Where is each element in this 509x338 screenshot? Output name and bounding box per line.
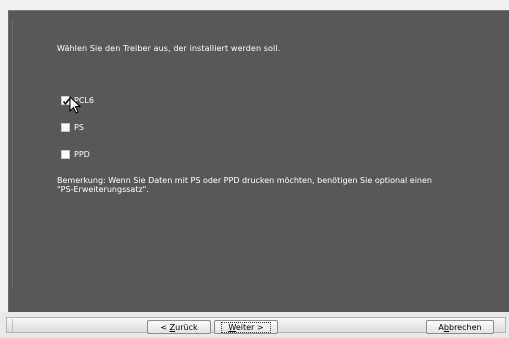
back-button[interactable]: < Zurück <box>147 320 211 334</box>
option-ps[interactable]: PS <box>61 121 84 133</box>
next-mnemonic: W <box>228 322 236 332</box>
ps-checkbox[interactable] <box>61 122 70 132</box>
option-ppd[interactable]: PPD <box>61 148 90 160</box>
note-line-2: "PS-Erweiterungssatz". <box>57 185 149 194</box>
panel-divider <box>12 20 13 288</box>
next-button[interactable]: Weiter > <box>214 320 278 334</box>
back-button-label: < Zurück <box>160 323 197 332</box>
next-button-label: Weiter > <box>221 321 271 333</box>
ppd-checkbox[interactable] <box>61 149 70 159</box>
footer-divider <box>12 319 13 331</box>
cancel-button[interactable]: Abbrechen <box>426 320 494 334</box>
note-text: Bemerkung: Wenn Sie Daten mit PS oder PP… <box>57 176 487 194</box>
next-rest: eiter > <box>235 322 264 332</box>
cancel-rest: brechen <box>448 322 482 332</box>
back-rest: urück <box>175 322 198 332</box>
note-line-1: Bemerkung: Wenn Sie Daten mit PS oder PP… <box>57 176 432 185</box>
content-panel <box>8 10 509 313</box>
mouse-pointer-icon <box>69 96 82 114</box>
back-prefix: < <box>160 322 170 332</box>
ps-label: PS <box>74 122 84 132</box>
cancel-button-label: Abbrechen <box>438 323 481 332</box>
instruction-text: Wählen Sie den Treiber aus, der installi… <box>57 44 281 53</box>
ppd-label: PPD <box>74 149 90 159</box>
